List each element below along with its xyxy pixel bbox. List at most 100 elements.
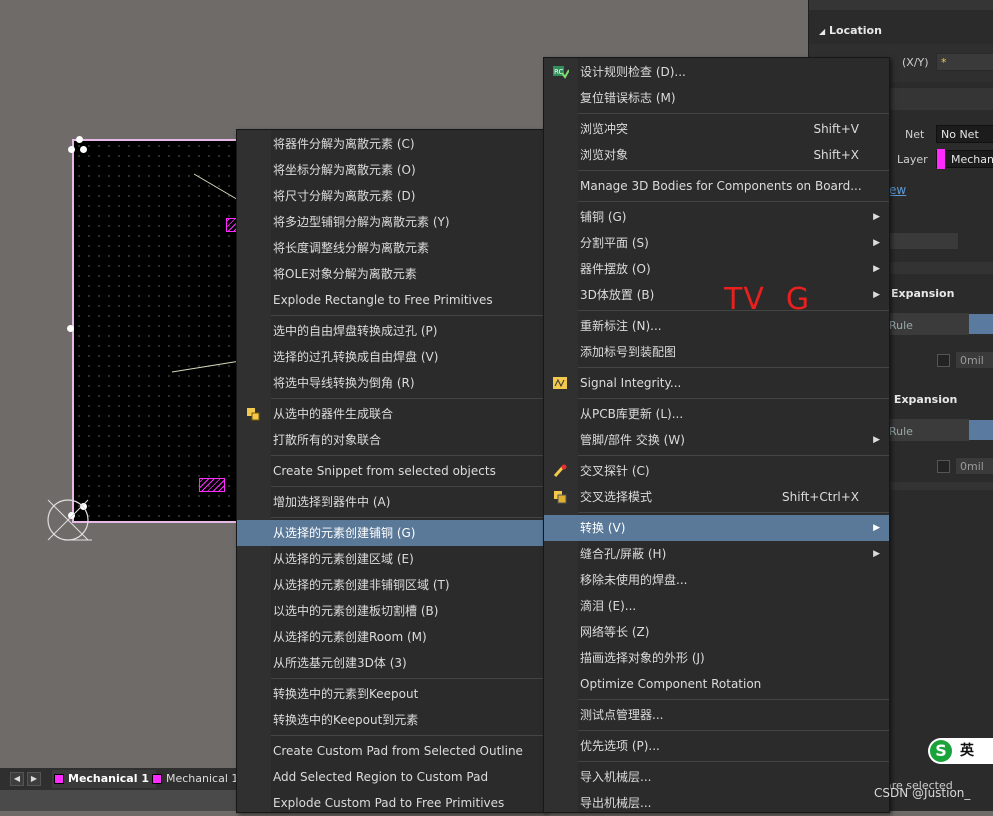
- rule-dropdown-1[interactable]: [969, 314, 993, 334]
- menu-item[interactable]: 转换选中的Keepout到元素: [237, 707, 545, 733]
- menu-item[interactable]: 导出机械层...: [544, 790, 889, 816]
- submenu-arrow-icon: ▶: [873, 238, 880, 248]
- submenu-arrow-icon: ▶: [873, 523, 880, 533]
- menu-item[interactable]: 从所选基元创建3D体 (3): [237, 650, 545, 676]
- tab-mechanical-1-active[interactable]: Mechanical 1: [52, 770, 156, 788]
- menu-item[interactable]: 从PCB库更新 (L)...: [544, 401, 889, 427]
- resize-handle[interactable]: [67, 325, 74, 332]
- watermark: CSDN @Justion_: [874, 786, 971, 800]
- menu-item[interactable]: 将器件分解为离散元素 (C): [237, 131, 545, 157]
- menu-item[interactable]: 移除未使用的焊盘...: [544, 567, 889, 593]
- menu-item-label: 3D体放置 (B): [580, 288, 655, 302]
- layer-color-swatch: [54, 774, 64, 784]
- menu-item-label: 选择的过孔转换成自由焊盘 (V): [273, 350, 439, 364]
- menu-item[interactable]: Create Custom Pad from Selected Outline: [237, 738, 545, 764]
- menu-item[interactable]: 将多边型铺铜分解为离散元素 (Y): [237, 209, 545, 235]
- expansion-mil-1[interactable]: 0mil: [955, 351, 993, 369]
- menu-item[interactable]: 从选择的元素创建非铺铜区域 (T): [237, 572, 545, 598]
- menu-item[interactable]: 将选中导线转换为倒角 (R): [237, 370, 545, 396]
- pcb-board[interactable]: [72, 139, 242, 523]
- expansion-mil-2[interactable]: 0mil: [955, 457, 993, 475]
- menu-item[interactable]: 复位错误标志 (M): [544, 85, 889, 111]
- board-traces: [171, 173, 241, 373]
- menu-separator: [271, 455, 545, 456]
- menu-item-label: 器件摆放 (O): [580, 262, 651, 276]
- menu-item[interactable]: 将尺寸分解为离散元素 (D): [237, 183, 545, 209]
- menu-item-label: 将尺寸分解为离散元素 (D): [273, 189, 416, 203]
- menu-item[interactable]: Explode Rectangle to Free Primitives: [237, 287, 545, 313]
- menu-item[interactable]: 从选中的器件生成联合: [237, 401, 545, 427]
- menu-item-label: 设计规则检查 (D)...: [580, 65, 686, 79]
- net-field[interactable]: No Net: [936, 125, 993, 143]
- menu-item-label: 打散所有的对象联合: [273, 433, 382, 447]
- drc-icon: RC: [553, 65, 570, 79]
- menu-item[interactable]: 选择的过孔转换成自由焊盘 (V): [237, 344, 545, 370]
- unnamed-input[interactable]: [889, 232, 959, 250]
- menu-item[interactable]: 添加标号到装配图: [544, 339, 889, 365]
- menu-item[interactable]: 3D体放置 (B) ▶: [544, 282, 889, 308]
- menu-item[interactable]: Explode Custom Pad to Free Primitives: [237, 790, 545, 816]
- menu-item[interactable]: 浏览冲突 Shift+V: [544, 116, 889, 142]
- expansion-checkbox-1[interactable]: [937, 354, 950, 367]
- menu-item[interactable]: 重新标注 (N)...: [544, 313, 889, 339]
- resize-handle[interactable]: [68, 146, 75, 153]
- menu-item[interactable]: 器件摆放 (O) ▶: [544, 256, 889, 282]
- submenu-arrow-icon: ▶: [873, 549, 880, 559]
- menu-item[interactable]: 交叉选择模式 Shift+Ctrl+X: [544, 484, 889, 510]
- menu-item[interactable]: 缝合孔/屏蔽 (H) ▶: [544, 541, 889, 567]
- menu-item[interactable]: 转换 (V) ▶: [544, 515, 889, 541]
- resize-handle[interactable]: [80, 146, 87, 153]
- menu-item[interactable]: RC 设计规则检查 (D)...: [544, 59, 889, 85]
- menu-item[interactable]: 从选择的元素创建区域 (E): [237, 546, 545, 572]
- menu-item-label: 导入机械层...: [580, 770, 652, 784]
- rule-dropdown-2[interactable]: [969, 420, 993, 440]
- tab-scroll-right-button[interactable]: ▶: [27, 772, 41, 786]
- menu-separator: [271, 735, 545, 736]
- tab-scroll-left-button[interactable]: ◀: [10, 772, 24, 786]
- menu-item[interactable]: 优先选项 (P)...: [544, 733, 889, 759]
- menu-item[interactable]: 测试点管理器...: [544, 702, 889, 728]
- menu-item[interactable]: Add Selected Region to Custom Pad: [237, 764, 545, 790]
- menu-item[interactable]: 浏览对象 Shift+X: [544, 142, 889, 168]
- menu-item[interactable]: 从选择的元素创建铺铜 (G): [237, 520, 545, 546]
- menu-item[interactable]: Create Snippet from selected objects: [237, 458, 545, 484]
- menu-item[interactable]: Manage 3D Bodies for Components on Board…: [544, 173, 889, 199]
- menu-item-label: 重新标注 (N)...: [580, 319, 662, 333]
- ime-indicator[interactable]: S 英: [928, 738, 993, 764]
- location-section-header[interactable]: ◢ Location: [819, 24, 882, 37]
- menu-item[interactable]: Signal Integrity...: [544, 370, 889, 396]
- menu-item[interactable]: 滴泪 (E)...: [544, 593, 889, 619]
- menu-item[interactable]: 将长度调整线分解为离散元素: [237, 235, 545, 261]
- menu-item[interactable]: 从选择的元素创建Room (M): [237, 624, 545, 650]
- menu-item-label: 导出机械层...: [580, 796, 652, 810]
- menu-item-label: 网络等长 (Z): [580, 625, 650, 639]
- menu-separator: [271, 678, 545, 679]
- menu-item[interactable]: 网络等长 (Z): [544, 619, 889, 645]
- menu-item[interactable]: 铺铜 (G) ▶: [544, 204, 889, 230]
- resize-handle[interactable]: [76, 136, 83, 143]
- expansion-header-2[interactable]: x Expansion: [883, 393, 957, 406]
- menu-item[interactable]: 导入机械层...: [544, 764, 889, 790]
- rule-label-1: Rule: [889, 319, 913, 332]
- menu-item[interactable]: 分割平面 (S) ▶: [544, 230, 889, 256]
- view-link-partial[interactable]: ew: [889, 183, 906, 197]
- menu-item-label: 描画选择对象的外形 (J): [580, 651, 705, 665]
- menu-item[interactable]: 打散所有的对象联合: [237, 427, 545, 453]
- menu-item[interactable]: Optimize Component Rotation: [544, 671, 889, 697]
- menu-item[interactable]: 将OLE对象分解为离散元素: [237, 261, 545, 287]
- menu-item[interactable]: 增加选择到器件中 (A): [237, 489, 545, 515]
- menu-item[interactable]: 交叉探针 (C): [544, 458, 889, 484]
- menu-item[interactable]: 将坐标分解为离散元素 (O): [237, 157, 545, 183]
- menu-item[interactable]: 转换选中的元素到Keepout: [237, 681, 545, 707]
- expansion-header-1[interactable]: Expansion: [891, 287, 954, 300]
- menu-item[interactable]: 选中的自由焊盘转换成过孔 (P): [237, 318, 545, 344]
- status-bar: [0, 790, 240, 811]
- collapse-triangle-icon[interactable]: ◢: [819, 27, 825, 36]
- xy-input[interactable]: *: [936, 53, 993, 71]
- menu-item[interactable]: 描画选择对象的外形 (J): [544, 645, 889, 671]
- menu-item[interactable]: 以选中的元素创建板切割槽 (B): [237, 598, 545, 624]
- expansion-checkbox-2[interactable]: [937, 460, 950, 473]
- origin-marker-icon: [47, 499, 92, 541]
- menu-item-label: 从所选基元创建3D体 (3): [273, 656, 407, 670]
- menu-item[interactable]: 管脚/部件 交换 (W) ▶: [544, 427, 889, 453]
